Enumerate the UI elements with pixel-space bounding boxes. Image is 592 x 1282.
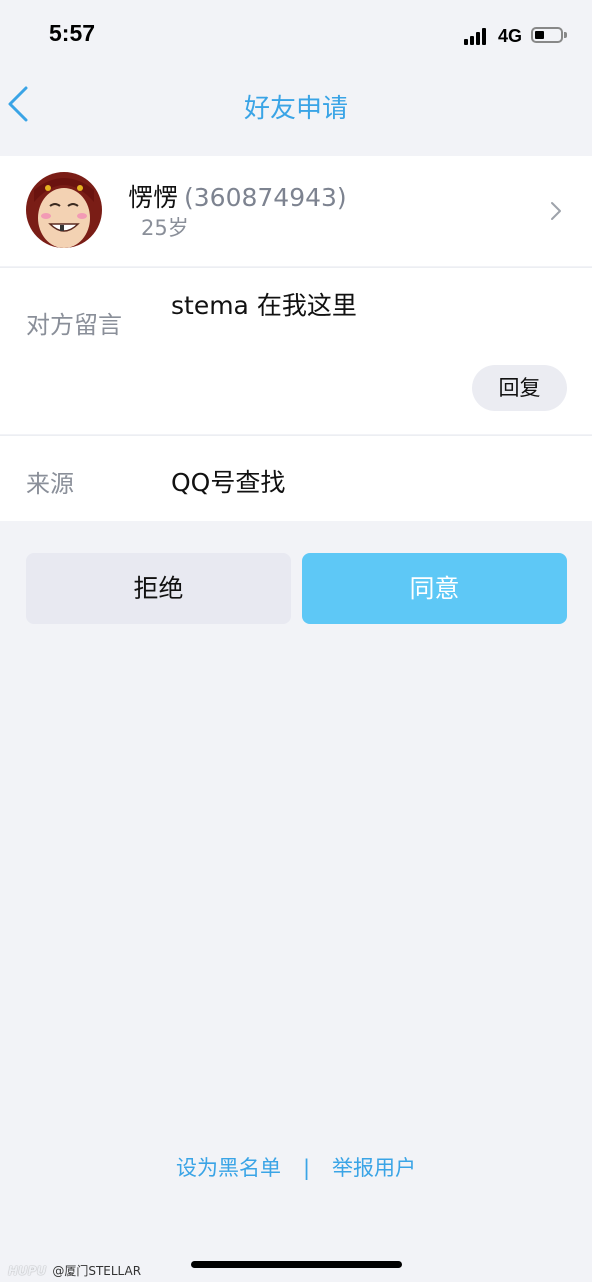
status-bar: 5:57 4G xyxy=(0,0,592,70)
message-section: 对方留言 stema 在我这里 回复 xyxy=(0,267,592,434)
status-time: 5:57 xyxy=(49,20,96,46)
source-section: 来源 QQ号查找 xyxy=(0,435,592,521)
source-label: 来源 xyxy=(26,470,74,498)
reply-button[interactable]: 回复 xyxy=(472,365,567,411)
watermark: HUPU @厦门STELLAR xyxy=(8,1262,141,1279)
home-indicator[interactable] xyxy=(191,1261,402,1268)
footer-links: 设为黑名单 | 举报用户 xyxy=(0,1152,592,1182)
watermark-brand: HUPU xyxy=(8,1264,47,1278)
qq-number: (360874943) xyxy=(184,183,347,212)
watermark-text: @厦门STELLAR xyxy=(52,1264,142,1278)
chevron-right-icon xyxy=(549,200,563,222)
age-label: 25岁 xyxy=(141,216,189,240)
signal-icon xyxy=(464,27,492,45)
source-value: QQ号查找 xyxy=(171,468,286,497)
page-title: 好友申请 xyxy=(243,94,348,124)
battery-icon xyxy=(531,27,563,43)
reject-button[interactable]: 拒绝 xyxy=(26,553,291,624)
link-separator: | xyxy=(302,1156,311,1180)
report-user-link[interactable]: 举报用户 xyxy=(332,1152,416,1182)
blacklist-link[interactable]: 设为黑名单 xyxy=(176,1152,281,1182)
avatar[interactable] xyxy=(26,172,102,248)
agree-button[interactable]: 同意 xyxy=(302,553,567,624)
profile-row[interactable]: 愣愣 (360874943) 25岁 xyxy=(0,156,592,266)
friend-name: 愣愣 (360874943) xyxy=(128,178,347,214)
message-text: stema 在我这里 xyxy=(171,291,357,320)
network-type: 4G xyxy=(498,26,523,46)
message-label: 对方留言 xyxy=(26,311,122,339)
nav-bar: 好友申请 xyxy=(0,70,592,140)
nickname: 愣愣 xyxy=(128,183,179,212)
